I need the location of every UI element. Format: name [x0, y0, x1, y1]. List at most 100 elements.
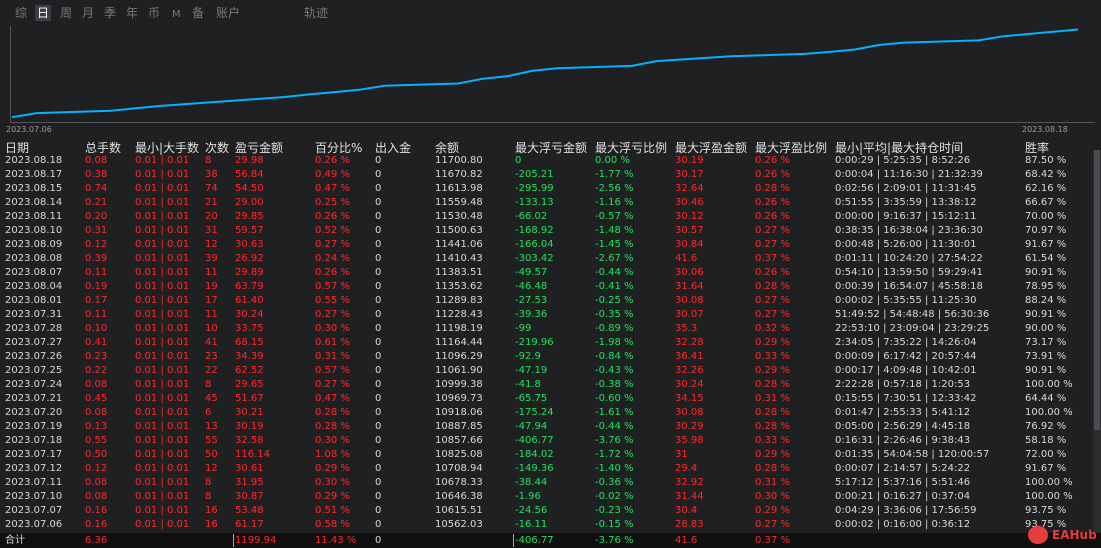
table-row[interactable]: 2023.08.04 0.19 0.01 | 0.01 19 63.79 0.57 % 0 1…	[0, 280, 1101, 294]
cell-count: 11	[205, 309, 218, 320]
cell-count: 45	[205, 393, 218, 404]
cell-balance: 11500.63	[435, 225, 483, 236]
tab-summary[interactable]: 综	[15, 5, 27, 21]
table-row[interactable]: 2023.07.10 0.08 0.01 | 0.01 8 30.87 0.29 % 0 10…	[0, 490, 1101, 504]
cell-deposit: 0	[375, 519, 382, 530]
cell-max-float-profit: 32.28	[675, 337, 704, 348]
cell-max-float-loss: -41.8	[515, 379, 541, 390]
cell-max-float-profit-pct: 0.33 %	[755, 435, 790, 446]
cell-count: 13	[205, 421, 218, 432]
tab-month[interactable]: 月	[82, 5, 94, 21]
cell-balance: 10857.66	[435, 435, 483, 446]
table-row[interactable]: 2023.08.07 0.11 0.01 | 0.01 11 29.89 0.26 % 0 1…	[0, 266, 1101, 280]
cell-profit: 30.87	[235, 491, 264, 502]
cell-max-float-loss-pct: -0.35 %	[595, 309, 634, 320]
cell-balance: 11613.98	[435, 183, 483, 194]
tab-day[interactable]: 日	[35, 5, 52, 21]
cell-max-float-profit: 30.84	[675, 239, 704, 250]
tab-week[interactable]: 周	[60, 5, 72, 21]
table-row[interactable]: 2023.07.17 0.50 0.01 | 0.01 50 116.14 1.08 % 0…	[0, 448, 1101, 462]
cell-balance: 11441.06	[435, 239, 483, 250]
cell-date: 2023.08.11	[5, 211, 63, 222]
cell-percent: 0.28 %	[315, 421, 350, 432]
cell-max-float-profit-pct: 0.28 %	[755, 183, 790, 194]
cell-max-float-loss-pct: -0.44 %	[595, 267, 634, 278]
cell-max-float-loss: -99	[515, 323, 532, 334]
cell-win-rate: 100.00 %	[1025, 379, 1073, 390]
table-row[interactable]: 2023.07.24 0.08 0.01 | 0.01 8 29.65 0.27 % 0 10…	[0, 378, 1101, 392]
cell-deposit: 0	[375, 365, 382, 376]
tab-quarter[interactable]: 季	[104, 5, 116, 21]
cell-max-float-profit-pct: 0.29 %	[755, 365, 790, 376]
table-row[interactable]: 2023.07.06 0.16 0.01 | 0.01 16 61.17 0.58 % 0 1…	[0, 518, 1101, 532]
table-row[interactable]: 2023.07.28 0.10 0.01 | 0.01 10 33.75 0.30 % 0 1…	[0, 322, 1101, 336]
cell-profit: 51.67	[235, 393, 264, 404]
total-max-float-loss-pct: -3.76 %	[595, 535, 634, 546]
table-row[interactable]: 2023.07.31 0.11 0.01 | 0.01 11 30.24 0.27 % 0 1…	[0, 308, 1101, 322]
cell-total-lots: 0.10	[85, 323, 108, 334]
cell-percent: 0.27 %	[315, 309, 350, 320]
table-row[interactable]: 2023.07.25 0.22 0.01 | 0.01 22 62.52 0.57 % 0 1…	[0, 364, 1101, 378]
table-row[interactable]: 2023.07.12 0.12 0.01 | 0.01 12 30.61 0.29 % 0 1…	[0, 462, 1101, 476]
cell-count: 12	[205, 463, 218, 474]
cell-max-float-loss-pct: 0.00 %	[595, 155, 630, 166]
table-row[interactable]: 2023.08.14 0.21 0.01 | 0.01 21 29.00 0.25 % 0 1…	[0, 196, 1101, 210]
table-row[interactable]: 2023.07.27 0.41 0.01 | 0.01 41 68.15 0.61 % 0 1…	[0, 336, 1101, 350]
cell-max-float-profit-pct: 0.27 %	[755, 519, 790, 530]
tab-year[interactable]: 年	[126, 5, 138, 21]
cell-hold-time: 0:00:21 | 0:16:27 | 0:37:04	[835, 491, 971, 502]
table-row[interactable]: 2023.08.18 0.08 0.01 | 0.01 8 29.98 0.26 % 0 11…	[0, 154, 1101, 168]
cell-balance: 10708.94	[435, 463, 483, 474]
cell-max-float-loss-pct: -0.60 %	[595, 393, 634, 404]
table-row[interactable]: 2023.07.18 0.55 0.01 | 0.01 55 32.58 0.30 % 0 1…	[0, 434, 1101, 448]
table-row[interactable]: 2023.08.15 0.74 0.01 | 0.01 74 54.50 0.47 % 0 1…	[0, 182, 1101, 196]
cell-max-float-loss-pct: -1.61 %	[595, 407, 634, 418]
cell-date: 2023.07.17	[5, 449, 63, 460]
cell-count: 11	[205, 267, 218, 278]
cell-deposit: 0	[375, 449, 382, 460]
table-row[interactable]: 2023.07.26 0.23 0.01 | 0.01 23 34.39 0.31 % 0 1…	[0, 350, 1101, 364]
table-row[interactable]: 2023.08.01 0.17 0.01 | 0.01 17 61.40 0.55 % 0 1…	[0, 294, 1101, 308]
cell-total-lots: 0.38	[85, 169, 108, 180]
cell-total-lots: 0.16	[85, 519, 108, 530]
cell-hold-time: 0:38:35 | 16:38:04 | 23:36:30	[835, 225, 983, 236]
tab-trajectory[interactable]: 轨迹	[304, 5, 328, 21]
cell-hold-time: 0:15:55 | 7:30:51 | 12:33:42	[835, 393, 977, 404]
cell-max-float-loss-pct: -1.16 %	[595, 197, 634, 208]
cell-date: 2023.08.17	[5, 169, 63, 180]
table-row[interactable]: 2023.07.19 0.13 0.01 | 0.01 13 30.19 0.28 % 0 1…	[0, 420, 1101, 434]
cell-max-float-profit: 30.4	[675, 505, 698, 516]
table-row[interactable]: 2023.08.09 0.12 0.01 | 0.01 12 30.63 0.27 % 0 1…	[0, 238, 1101, 252]
cell-total-lots: 0.08	[85, 379, 108, 390]
cell-win-rate: 90.91 %	[1025, 365, 1067, 376]
cell-date: 2023.08.15	[5, 183, 63, 194]
cell-deposit: 0	[375, 393, 382, 404]
cell-win-rate: 73.17 %	[1025, 337, 1067, 348]
cell-hold-time: 0:05:00 | 2:56:29 | 4:45:18	[835, 421, 971, 432]
tab-account[interactable]: 账户	[216, 5, 240, 21]
cell-win-rate: 72.00 %	[1025, 449, 1067, 460]
table-row[interactable]: 2023.07.07 0.16 0.01 | 0.01 16 53.48 0.51 % 0 1…	[0, 504, 1101, 518]
table-row[interactable]: 2023.08.17 0.38 0.01 | 0.01 38 56.84 0.49 % 0 1…	[0, 168, 1101, 182]
tab-currency[interactable]: 币	[148, 5, 160, 21]
table-row[interactable]: 2023.07.20 0.08 0.01 | 0.01 6 30.21 0.28 % 0 10…	[0, 406, 1101, 420]
cell-balance: 11530.48	[435, 211, 483, 222]
tab-backup[interactable]: 备	[192, 5, 204, 21]
cell-max-float-loss-pct: -0.25 %	[595, 295, 634, 306]
table-row[interactable]: 2023.08.11 0.20 0.01 | 0.01 20 29.85 0.26 % 0 1…	[0, 210, 1101, 224]
cell-date: 2023.08.04	[5, 281, 63, 292]
scrollbar-thumb[interactable]	[1094, 150, 1100, 430]
table-row[interactable]: 2023.08.10 0.31 0.01 | 0.01 31 59.57 0.52 % 0 1…	[0, 224, 1101, 238]
cell-balance: 10999.38	[435, 379, 483, 390]
table-row[interactable]: 2023.08.08 0.39 0.01 | 0.01 39 26.92 0.24 % 0 1…	[0, 252, 1101, 266]
cell-win-rate: 70.00 %	[1025, 211, 1067, 222]
tab-m[interactable]: M	[172, 7, 181, 23]
total-max-float-profit-pct: 0.37 %	[755, 535, 790, 546]
cell-max-float-loss: -92.9	[515, 351, 541, 362]
cell-deposit: 0	[375, 407, 382, 418]
table-row[interactable]: 2023.07.11 0.08 0.01 | 0.01 8 31.95 0.30 % 0 10…	[0, 476, 1101, 490]
cell-max-float-loss-pct: -3.76 %	[595, 435, 634, 446]
table-row[interactable]: 2023.07.21 0.45 0.01 | 0.01 45 51.67 0.47 % 0 1…	[0, 392, 1101, 406]
cell-max-float-loss-pct: -2.67 %	[595, 253, 634, 264]
cell-win-rate: 87.50 %	[1025, 155, 1067, 166]
